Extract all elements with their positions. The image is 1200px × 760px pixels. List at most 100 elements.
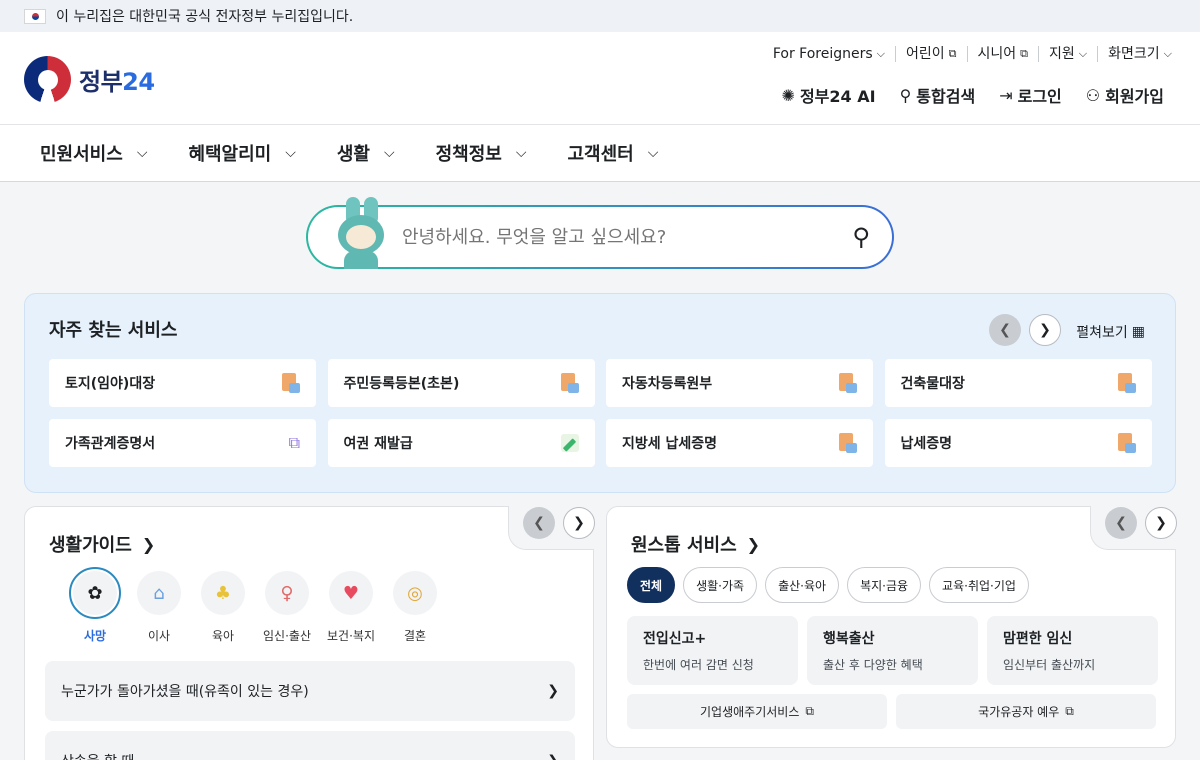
chevron-down-icon: ⌵ <box>647 145 659 161</box>
prev-arrow-button[interactable]: ❮ <box>989 314 1021 346</box>
service-building-register[interactable]: 건축물대장 <box>884 359 1152 407</box>
util-screen-size[interactable]: 화면크기 ⌵ <box>1097 46 1182 62</box>
document-icon <box>1117 433 1136 453</box>
official-notice-bar: 이 누리집은 대한민국 공식 전자정부 누리집입니다. <box>0 0 1200 32</box>
grid-icon: ▦ <box>1131 324 1145 340</box>
tab-life-family[interactable]: 생활·가족 <box>683 567 758 603</box>
onestop-title[interactable]: 원스톱 서비스 ❯ <box>631 531 760 557</box>
heart-icon: ♥ <box>329 571 373 615</box>
category-pregnancy[interactable]: ♀ 임신·출산 <box>263 571 311 644</box>
life-guide-categories: ✿ 사망 ⌂ 이사 ♣ 육아 ♀ 임신·출산 ♥ 보건·복지 ◎ 결혼 <box>69 567 437 644</box>
chevron-right-icon: ❯ <box>547 683 559 699</box>
chevron-right-icon: ❯ <box>746 534 761 554</box>
service-local-tax-certificate[interactable]: 지방세 납세증명 <box>606 419 873 467</box>
tab-education-employment[interactable]: 교육·취업·기업 <box>929 567 1029 603</box>
search-icon: ⚲ <box>899 85 912 105</box>
utility-menu: For Foreigners ⌵ 어린이 ⧉ 시니어 ⧉ 지원 ⌵ 화면크기 ⌵ <box>763 46 1182 62</box>
document-icon <box>282 373 300 393</box>
category-death[interactable]: ✿ 사망 <box>69 567 121 644</box>
search-icon[interactable]: ⚲ <box>852 223 870 251</box>
rings-icon: ◎ <box>393 571 437 615</box>
external-link-icon: ⧉ <box>288 433 300 452</box>
search-input[interactable] <box>402 226 822 248</box>
chevron-down-icon: ⌵ <box>876 47 886 60</box>
onestop-item[interactable]: 행복출산 출산 후 다양한 혜택 <box>807 616 978 685</box>
nav-benefits[interactable]: 혜택알리미 ⌵ <box>188 140 295 166</box>
integrated-search-button[interactable]: ⚲ 통합검색 <box>900 83 976 107</box>
util-senior[interactable]: 시니어 ⧉ <box>966 46 1039 62</box>
chevron-down-icon: ⌵ <box>285 145 296 161</box>
site-logo[interactable]: 정부24 <box>24 56 155 103</box>
service-tax-certificate[interactable]: 납세증명 <box>884 419 1152 467</box>
category-marriage[interactable]: ◎ 결혼 <box>393 571 437 644</box>
frequent-services-title: 자주 찾는 서비스 <box>49 320 178 341</box>
service-family-certificate[interactable]: 가족관계증명서 ⧉ <box>49 419 316 467</box>
prev-arrow-button[interactable]: ❮ <box>523 507 555 539</box>
ai-button[interactable]: ✺ 정부24 AI <box>782 83 876 107</box>
nav-customer-center[interactable]: 고객센터 ⌵ <box>568 140 659 166</box>
logo-text: 정부24 <box>79 68 155 96</box>
tab-welfare-finance[interactable]: 복지·금융 <box>847 567 922 603</box>
signup-button[interactable]: ⚇ 회원가입 <box>1086 83 1164 107</box>
onestop-item[interactable]: 맘편한 임신 임신부터 출산까지 <box>987 616 1158 685</box>
login-icon: ⇥ <box>999 85 1013 105</box>
chevron-down-icon: ⌵ <box>136 145 148 161</box>
onestop-item[interactable]: 전입신고+ 한번에 여러 감면 신청 <box>627 616 798 685</box>
nav-civil-service[interactable]: 민원서비스 ⌵ <box>40 140 147 166</box>
tab-birth-childcare[interactable]: 출산·육아 <box>765 567 840 603</box>
expand-button[interactable]: 펼쳐보기 ▦ <box>1076 322 1145 342</box>
chevron-down-icon: ⌵ <box>1163 47 1172 60</box>
onestop-service-card: ❮ ❯ 원스톱 서비스 ❯ 전체 생활·가족 출산·육아 복지·금융 교육·취업·… <box>606 506 1177 748</box>
next-arrow-button[interactable]: ❯ <box>563 507 595 539</box>
life-guide-title[interactable]: 생활가이드 ❯ <box>49 531 155 557</box>
util-foreigners[interactable]: For Foreigners ⌵ <box>763 46 895 62</box>
nav-life[interactable]: 생활 ⌵ <box>337 140 395 166</box>
prev-arrow-button[interactable]: ❮ <box>1105 507 1137 539</box>
service-vehicle-registration[interactable]: 자동차등록원부 <box>606 359 873 407</box>
chevron-down-icon: ⌵ <box>515 145 527 161</box>
category-childcare[interactable]: ♣ 육아 <box>201 571 245 644</box>
frequent-services-panel: 자주 찾는 서비스 ❮ ❯ 펼쳐보기 ▦ 토지(임야)대장 주민등록등본(초본) … <box>24 293 1176 493</box>
onestop-link[interactable]: 기업생애주기서비스 ⧉ <box>627 694 887 729</box>
pen-icon <box>560 434 579 452</box>
tab-all[interactable]: 전체 <box>627 567 676 603</box>
document-icon <box>560 373 579 393</box>
guide-row[interactable]: 누군가가 돌아가셨을 때(유족이 있는 경우) ❯ <box>45 661 575 721</box>
category-moving[interactable]: ⌂ 이사 <box>137 571 181 644</box>
main-search-box: ⚲ <box>306 197 894 269</box>
service-land-register[interactable]: 토지(임야)대장 <box>49 359 316 407</box>
rabbit-mascot-icon <box>332 197 390 269</box>
ai-bot-icon: ✺ <box>781 85 795 105</box>
service-resident-registration[interactable]: 주민등록등본(초본) <box>327 359 595 407</box>
chevron-right-icon: ❯ <box>141 534 156 554</box>
house-icon: ⌂ <box>137 571 181 615</box>
site-header: 정부24 For Foreigners ⌵ 어린이 ⧉ 시니어 ⧉ 지원 ⌵ 화면크기 ⌵… <box>0 32 1200 125</box>
onestop-tabs: 전체 생활·가족 출산·육아 복지·금융 교육·취업·기업 <box>627 567 1029 603</box>
nav-policy[interactable]: 정책정보 ⌵ <box>436 140 527 166</box>
guide-row[interactable]: 상속을 할 때❯ <box>45 731 575 760</box>
main-navigation: 민원서비스 ⌵ 혜택알리미 ⌵ 생활 ⌵ 정책정보 ⌵ 고객센터 ⌵ <box>0 125 1200 182</box>
category-health-welfare[interactable]: ♥ 보건·복지 <box>327 571 375 644</box>
document-icon <box>839 433 857 453</box>
util-kids[interactable]: 어린이 ⧉ <box>895 46 967 62</box>
chevron-down-icon: ⌵ <box>1078 47 1088 60</box>
official-notice-text: 이 누리집은 대한민국 공식 전자정부 누리집입니다. <box>56 9 354 25</box>
add-user-icon: ⚇ <box>1085 85 1101 105</box>
chevron-down-icon: ⌵ <box>384 145 395 161</box>
service-passport-reissue[interactable]: 여권 재발급 <box>327 419 595 467</box>
taegeuk-logo-icon <box>24 56 71 103</box>
stroller-icon: ♣ <box>201 571 245 615</box>
next-arrow-button[interactable]: ❯ <box>1145 507 1177 539</box>
login-button[interactable]: ⇥ 로그인 <box>999 83 1062 107</box>
korea-flag-icon <box>24 8 46 24</box>
flower-icon: ✿ <box>69 567 121 619</box>
external-link-icon: ⧉ <box>805 704 814 718</box>
life-guide-card: ❮ ❯ 생활가이드 ❯ ✿ 사망 ⌂ 이사 ♣ 육아 ♀ 임신·출산 ♥ 보건·복지 ◎ 결혼… <box>24 506 595 760</box>
next-arrow-button[interactable]: ❯ <box>1029 314 1061 346</box>
util-support[interactable]: 지원 ⌵ <box>1038 46 1097 62</box>
external-link-icon: ⧉ <box>1065 704 1074 718</box>
document-icon <box>839 373 857 393</box>
onestop-link[interactable]: 국가유공자 예우 ⧉ <box>896 694 1156 729</box>
document-icon <box>1117 373 1136 393</box>
main-actions: ✺ 정부24 AI ⚲ 통합검색 ⇥ 로그인 ⚇ 회원가입 <box>782 83 1164 107</box>
